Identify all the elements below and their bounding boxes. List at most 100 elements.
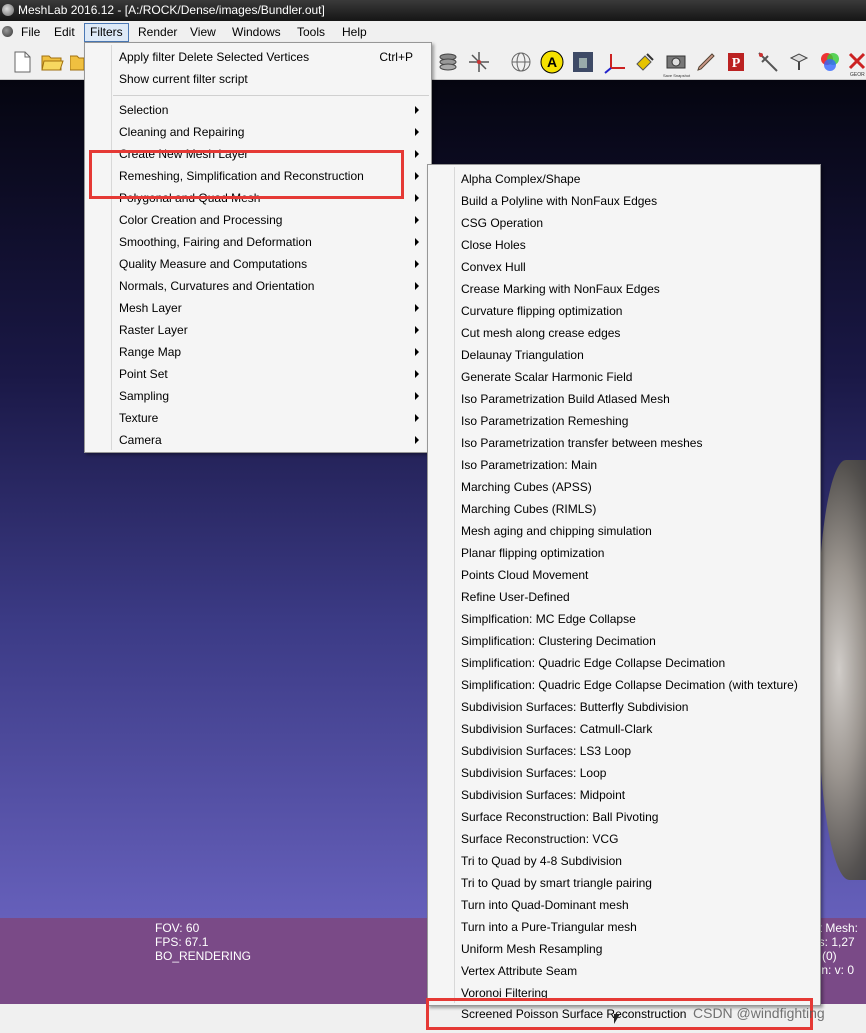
submenu-item[interactable]: Crease Marking with NonFaux Edges [461,279,660,299]
submenu-item[interactable]: Subdivision Surfaces: Butterfly Subdivis… [461,697,688,717]
menu-item-apply-filter[interactable]: Apply filter Delete Selected Vertices [119,47,309,67]
submenu-arrow-icon [415,304,419,312]
submenu-arrow-icon [415,282,419,290]
system-menu-icon[interactable] [2,26,13,37]
menu-render[interactable]: Render [133,23,182,42]
menu-filters[interactable]: Filters [84,23,129,42]
new-file-icon[interactable] [10,50,34,74]
measure-icon[interactable] [756,50,780,74]
submenu-item[interactable]: Subdivision Surfaces: Loop [461,763,606,783]
submenu-item[interactable]: Voronoi Filtering [461,983,548,1003]
submenu-arrow-icon [415,106,419,114]
menu-separator [113,95,429,96]
menu-item-raster-layer[interactable]: Raster Layer [119,320,188,340]
submenu-item[interactable]: Iso Parametrization: Main [461,455,597,475]
submenu-item[interactable]: Tri to Quad by smart triangle pairing [461,873,652,893]
mouse-cursor-icon [614,1014,620,1024]
pencil-icon[interactable] [694,50,718,74]
submenu-item[interactable]: Marching Cubes (RIMLS) [461,499,596,519]
submenu-arrow-icon [415,260,419,268]
submenu-item[interactable]: Surface Reconstruction: Ball Pivoting [461,807,658,827]
submenu-item-screened-poisson[interactable]: Screened Poisson Surface Reconstruction [461,1004,686,1024]
apply-filter-shortcut: Ctrl+P [379,50,413,64]
submenu-item[interactable]: CSG Operation [461,213,543,233]
menu-item-remeshing[interactable]: Remeshing, Simplification and Reconstruc… [119,166,364,186]
window-title: MeshLab 2016.12 - [A:/ROCK/Dense/images/… [18,3,325,17]
submenu-item[interactable]: Iso Parametrization Remeshing [461,411,628,431]
georef-icon[interactable] [848,50,866,74]
submenu-item[interactable]: Surface Reconstruction: VCG [461,829,618,849]
menu-view[interactable]: View [185,23,221,42]
menu-tools[interactable]: Tools [292,23,330,42]
paint-icon[interactable] [633,50,657,74]
submenu-item[interactable]: Subdivision Surfaces: Midpoint [461,785,625,805]
color-icon[interactable] [818,50,842,74]
submenu-item[interactable]: Simplfication: MC Edge Collapse [461,609,636,629]
menu-edit[interactable]: Edit [49,23,80,42]
submenu-item[interactable]: Simplification: Quadric Edge Collapse De… [461,653,725,673]
menu-item-smoothing[interactable]: Smoothing, Fairing and Deformation [119,232,312,252]
menu-help[interactable]: Help [337,23,372,42]
menu-item-quality-measure[interactable]: Quality Measure and Computations [119,254,307,274]
menu-item-create-new-mesh-layer[interactable]: Create New Mesh Layer [119,144,248,164]
open-folder-icon[interactable] [40,50,64,74]
align-icon[interactable] [787,50,811,74]
menu-item-sampling[interactable]: Sampling [119,386,169,406]
submenu-item[interactable]: Iso Parametrization Build Atlased Mesh [461,389,670,409]
submenu-item[interactable]: Tri to Quad by 4-8 Subdivision [461,851,622,871]
submenu-item[interactable]: Vertex Attribute Seam [461,961,577,981]
submenu-arrow-icon [415,436,419,444]
submenu-item[interactable]: Marching Cubes (APSS) [461,477,592,497]
submenu-item[interactable]: Generate Scalar Harmonic Field [461,367,632,387]
menu-file[interactable]: File [16,23,45,42]
submenu-item[interactable]: Mesh aging and chipping simulation [461,521,652,541]
submenu-item[interactable]: Points Cloud Movement [461,565,588,585]
menu-item-show-filter-script[interactable]: Show current filter script [119,69,248,89]
svg-text:P: P [732,56,741,71]
submenu-item[interactable]: Subdivision Surfaces: LS3 Loop [461,741,631,761]
snapshot-caption: Save Snapshot [663,73,691,78]
submenu-item[interactable]: Uniform Mesh Resampling [461,939,602,959]
menu-item-selection[interactable]: Selection [119,100,168,120]
submenu-arrow-icon [415,414,419,422]
menu-item-polygonal-quad[interactable]: Polygonal and Quad Mesh [119,188,260,208]
menu-item-mesh-layer[interactable]: Mesh Layer [119,298,182,318]
submenu-item[interactable]: Planar flipping optimization [461,543,604,563]
submenu-item[interactable]: Refine User-Defined [461,587,570,607]
menu-windows[interactable]: Windows [227,23,286,42]
menu-item-range-map[interactable]: Range Map [119,342,181,362]
submenu-item[interactable]: Convex Hull [461,257,526,277]
submenu-item[interactable]: Simplification: Clustering Decimation [461,631,656,651]
submenu-item[interactable]: Turn into a Pure-Triangular mesh [461,917,637,937]
menu-item-color-creation[interactable]: Color Creation and Processing [119,210,282,230]
open-project-icon[interactable] [70,50,84,74]
submenu-item[interactable]: Iso Parametrization transfer between mes… [461,433,702,453]
pickpoint-icon[interactable]: P [725,50,749,74]
submenu-item[interactable]: Subdivision Surfaces: Catmull-Clark [461,719,652,739]
menu-item-texture[interactable]: Texture [119,408,158,428]
menu-bar: File Edit Filters Render View Windows To… [0,21,866,43]
submenu-arrow-icon [415,348,419,356]
submenu-item[interactable]: Simplification: Quadric Edge Collapse De… [461,675,798,695]
menu-item-normals[interactable]: Normals, Curvatures and Orientation [119,276,314,296]
menu-item-camera[interactable]: Camera [119,430,162,450]
submenu-item[interactable]: Build a Polyline with NonFaux Edges [461,191,657,211]
submenu-item[interactable]: Curvature flipping optimization [461,301,622,321]
menu-item-point-set[interactable]: Point Set [119,364,168,384]
submenu-item[interactable]: Cut mesh along crease edges [461,323,620,343]
submenu-item[interactable]: Alpha Complex/Shape [461,169,580,189]
sphere-grid-icon[interactable] [509,50,533,74]
submenu-item[interactable]: Turn into Quad-Dominant mesh [461,895,629,915]
annotation-a-icon[interactable]: A [540,50,564,74]
layer-stack-icon[interactable] [436,50,460,74]
render-mode-readout: BO_RENDERING [155,949,252,963]
submenu-item[interactable]: Delaunay Triangulation [461,345,584,365]
axes-icon[interactable] [467,50,491,74]
texture-icon[interactable] [571,50,595,74]
menu-item-cleaning-repairing[interactable]: Cleaning and Repairing [119,122,244,142]
watermark: CSDN @windfighting [693,1005,825,1021]
submenu-item[interactable]: Close Holes [461,235,526,255]
xyz-axes-icon[interactable] [603,50,627,74]
georef-caption: GEOR [850,72,865,78]
camera-snapshot-icon[interactable] [664,50,688,74]
